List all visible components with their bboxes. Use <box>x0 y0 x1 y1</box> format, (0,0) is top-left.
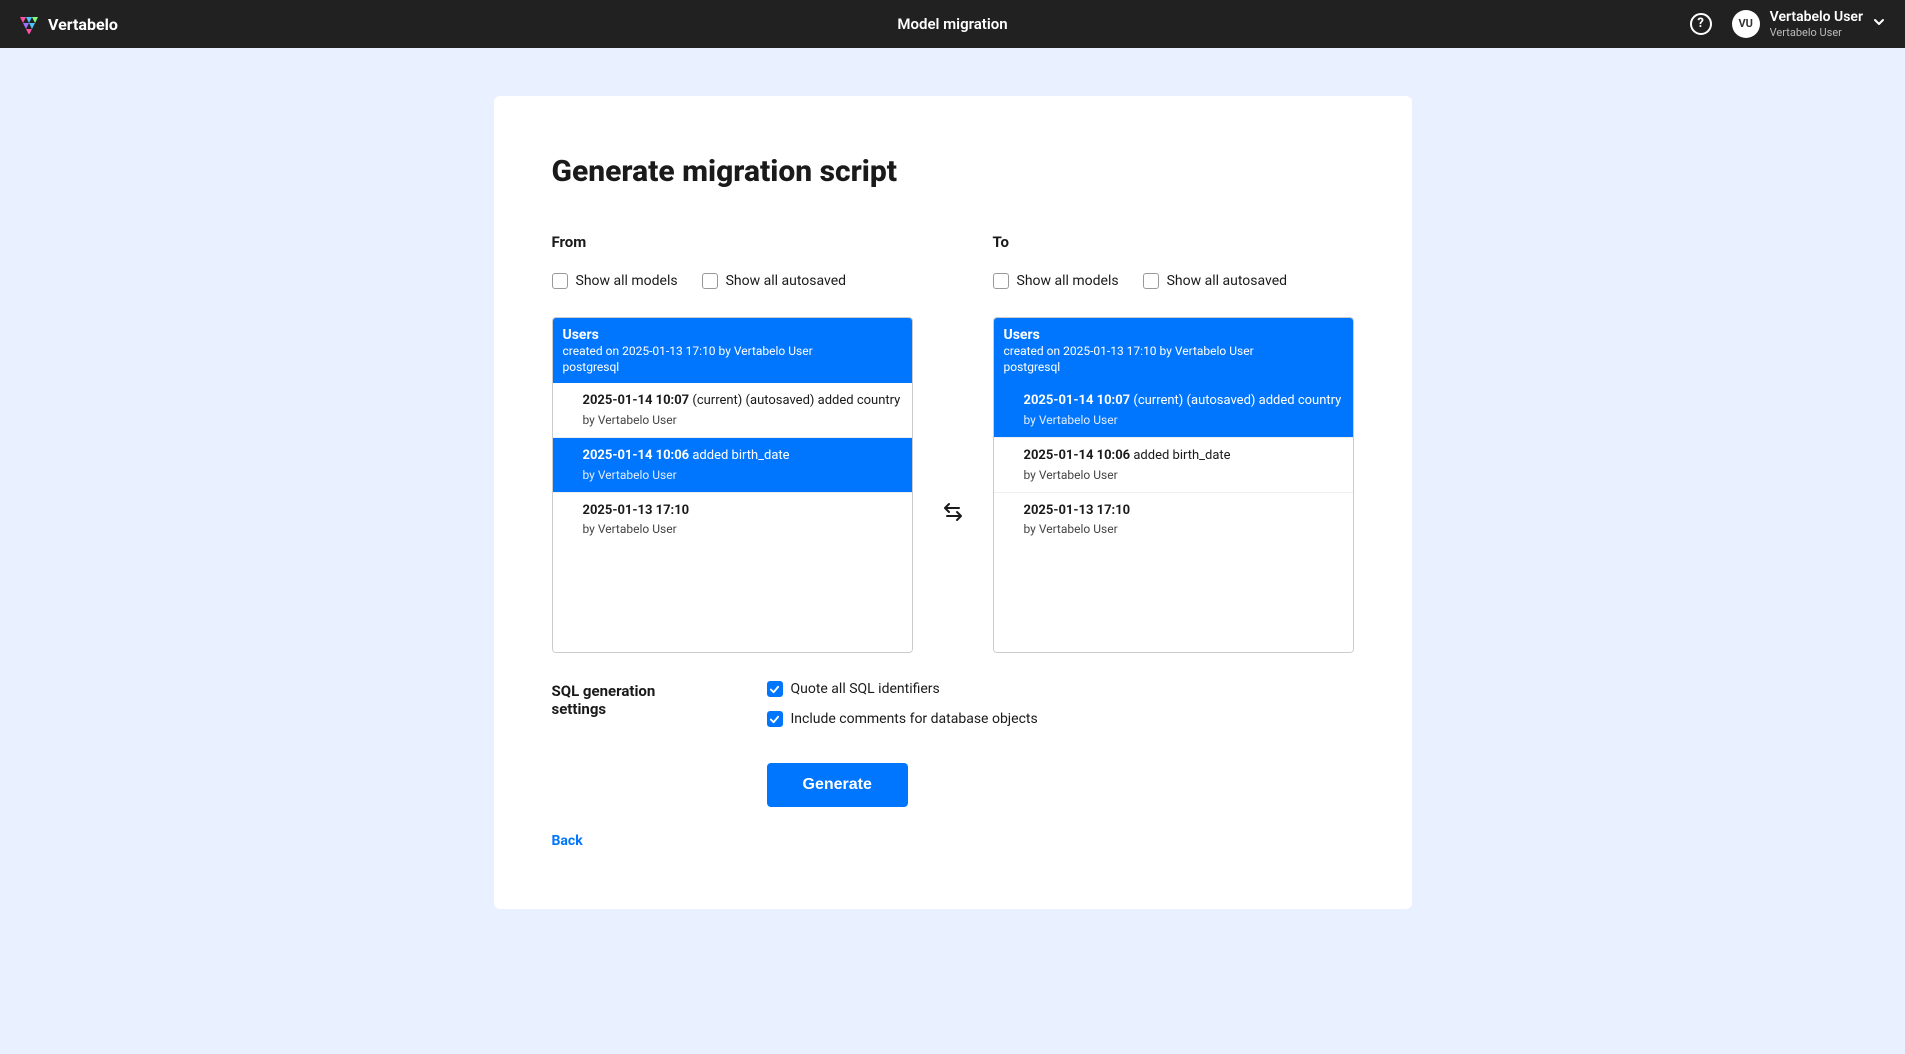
from-listbox: Users created on 2025-01-13 17:10 by Ver… <box>552 317 913 653</box>
version-author: by Vertabelo User <box>583 412 902 428</box>
checkbox-label: Quote all SQL identifiers <box>791 681 940 697</box>
version-timestamp: 2025-01-14 10:07 <box>583 393 690 408</box>
checkbox-label: Show all autosaved <box>726 273 846 289</box>
checkbox-label: Include comments for database objects <box>791 711 1038 727</box>
generate-button[interactable]: Generate <box>767 763 908 807</box>
user-subtitle: Vertabelo User <box>1770 26 1863 39</box>
version-author: by Vertabelo User <box>583 467 902 483</box>
from-show-all-autosaved[interactable]: Show all autosaved <box>702 273 846 289</box>
page-context-title: Model migration <box>897 15 1007 33</box>
list-item[interactable]: 2025-01-14 10:07 (current) (autosaved) a… <box>553 383 912 438</box>
back-link[interactable]: Back <box>552 833 583 849</box>
from-list-header[interactable]: Users created on 2025-01-13 17:10 by Ver… <box>553 318 912 383</box>
version-timestamp: 2025-01-13 17:10 <box>583 503 690 518</box>
brand-logo[interactable]: Vertabelo <box>20 14 118 34</box>
checkbox-label: Show all models <box>576 273 678 289</box>
logo-mark-icon <box>20 14 40 34</box>
from-show-all-models[interactable]: Show all models <box>552 273 678 289</box>
list-item[interactable]: 2025-01-14 10:06 added birth_dateby Vert… <box>553 438 912 493</box>
user-menu[interactable]: VU Vertabelo User Vertabelo User <box>1732 9 1885 39</box>
version-suffix: added birth_date <box>689 448 789 463</box>
to-label: To <box>993 233 1354 251</box>
settings-label: SQL generation settings <box>552 681 707 727</box>
topbar: Vertabelo Model migration ? VU Vertabelo… <box>0 0 1905 48</box>
model-name: Users <box>1004 326 1343 344</box>
model-meta: created on 2025-01-13 17:10 by Vertabelo… <box>1004 344 1343 360</box>
checkbox-icon <box>552 273 568 289</box>
to-list-body: 2025-01-14 10:07 (current) (autosaved) a… <box>994 383 1353 652</box>
list-item[interactable]: 2025-01-14 10:06 added birth_dateby Vert… <box>994 438 1353 493</box>
from-label: From <box>552 233 913 251</box>
chevron-down-icon <box>1873 16 1885 31</box>
brand-name: Vertabelo <box>48 15 118 34</box>
help-icon[interactable]: ? <box>1690 13 1712 35</box>
to-column: To Show all models Show all autosaved Us… <box>993 233 1354 653</box>
version-timestamp: 2025-01-14 10:06 <box>583 448 690 463</box>
page-title: Generate migration script <box>552 154 1354 189</box>
model-name: Users <box>563 326 902 344</box>
checkbox-icon <box>767 711 783 727</box>
checkbox-icon <box>1143 273 1159 289</box>
list-item[interactable]: 2025-01-13 17:10 by Vertabelo User <box>553 493 912 547</box>
checkbox-icon <box>702 273 718 289</box>
version-timestamp: 2025-01-14 10:07 <box>1024 393 1131 408</box>
to-show-all-autosaved[interactable]: Show all autosaved <box>1143 273 1287 289</box>
to-listbox: Users created on 2025-01-13 17:10 by Ver… <box>993 317 1354 653</box>
model-db: postgresql <box>1004 360 1343 376</box>
from-list-body: 2025-01-14 10:07 (current) (autosaved) a… <box>553 383 912 652</box>
version-author: by Vertabelo User <box>1024 467 1343 483</box>
list-item[interactable]: 2025-01-13 17:10 by Vertabelo User <box>994 493 1353 547</box>
version-timestamp: 2025-01-14 10:06 <box>1024 448 1131 463</box>
to-list-header[interactable]: Users created on 2025-01-13 17:10 by Ver… <box>994 318 1353 383</box>
avatar: VU <box>1732 10 1760 38</box>
version-author: by Vertabelo User <box>583 521 902 537</box>
main-card: Generate migration script From Show all … <box>494 96 1412 909</box>
list-item[interactable]: 2025-01-14 10:07 (current) (autosaved) a… <box>994 383 1353 438</box>
checkbox-label: Show all models <box>1017 273 1119 289</box>
version-suffix: added birth_date <box>1130 448 1230 463</box>
checkbox-icon <box>767 681 783 697</box>
checkbox-label: Show all autosaved <box>1167 273 1287 289</box>
to-show-all-models[interactable]: Show all models <box>993 273 1119 289</box>
version-author: by Vertabelo User <box>1024 412 1343 428</box>
from-column: From Show all models Show all autosaved … <box>552 233 913 653</box>
checkbox-icon <box>993 273 1009 289</box>
include-comments-checkbox[interactable]: Include comments for database objects <box>767 711 1038 727</box>
quote-identifiers-checkbox[interactable]: Quote all SQL identifiers <box>767 681 1038 697</box>
version-suffix: (current) (autosaved) added country <box>689 393 900 408</box>
version-author: by Vertabelo User <box>1024 521 1343 537</box>
model-db: postgresql <box>563 360 902 376</box>
model-meta: created on 2025-01-13 17:10 by Vertabelo… <box>563 344 902 360</box>
swap-icon[interactable] <box>941 500 965 527</box>
version-suffix: (current) (autosaved) added country <box>1130 393 1341 408</box>
user-name: Vertabelo User <box>1770 9 1863 26</box>
version-timestamp: 2025-01-13 17:10 <box>1024 503 1131 518</box>
